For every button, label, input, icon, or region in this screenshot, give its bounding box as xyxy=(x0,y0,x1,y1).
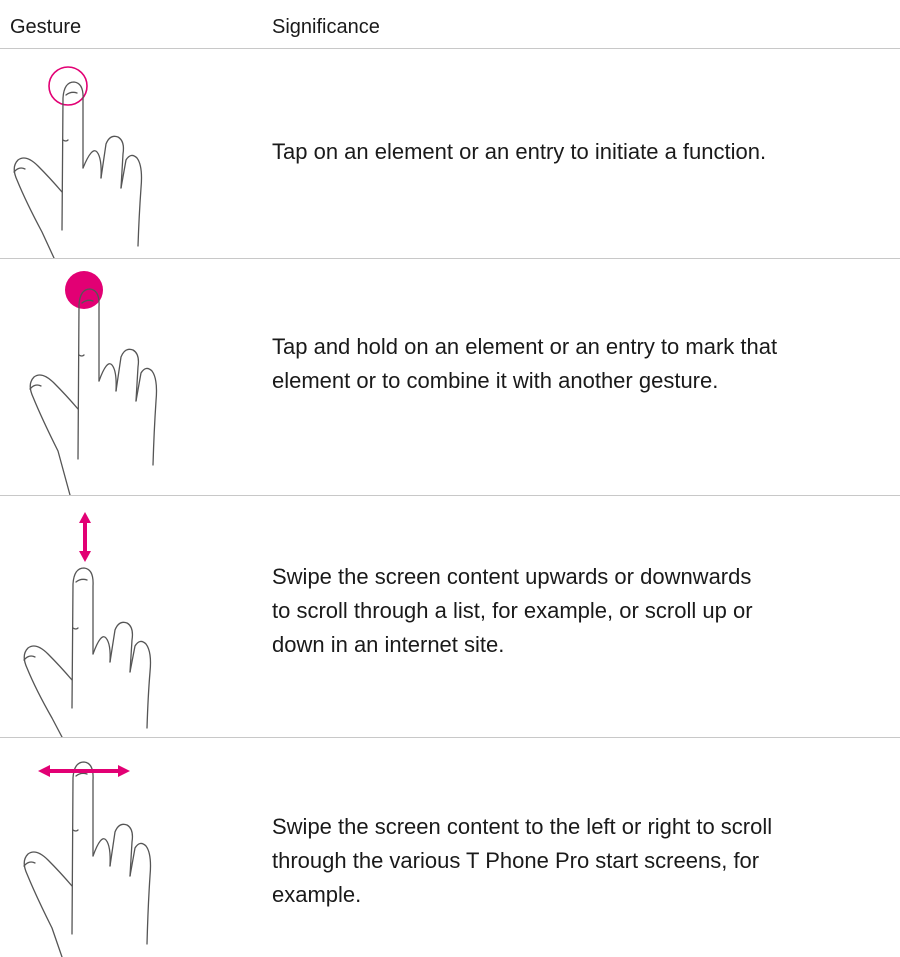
row-description: Tap and hold on an element or an entry t… xyxy=(272,334,778,393)
swipe-horizontal-icon xyxy=(0,738,200,957)
column-header-gesture: Gesture xyxy=(10,16,82,38)
hand-illustration xyxy=(23,761,152,957)
table-row: Tap and hold on an element or an entry t… xyxy=(0,259,900,496)
table-row: Swipe the screen content to the left or … xyxy=(0,738,900,957)
horizontal-arrow xyxy=(38,765,130,777)
vertical-arrow xyxy=(79,512,91,562)
column-header-significance: Significance xyxy=(272,16,380,38)
table-header: Gesture Significance xyxy=(0,0,900,49)
table-row: Tap on an element or an entry to initiat… xyxy=(0,48,900,259)
gesture-table: Gesture Significance Tap on an element o… xyxy=(0,0,900,957)
tap-and-hold-icon xyxy=(0,259,200,495)
row-description: Tap on an element or an entry to initiat… xyxy=(272,139,767,164)
table-row: Swipe the screen content upwards or down… xyxy=(0,496,900,738)
row-description: Swipe the screen content to the left or … xyxy=(272,814,773,907)
row-description: Swipe the screen content upwards or down… xyxy=(272,564,753,657)
hand-illustration xyxy=(23,567,152,737)
hand-illustration xyxy=(13,81,143,258)
swipe-vertical-icon xyxy=(0,496,200,737)
tap-icon xyxy=(0,48,200,258)
hand-illustration xyxy=(29,288,158,495)
touch-point-filled xyxy=(65,271,103,309)
